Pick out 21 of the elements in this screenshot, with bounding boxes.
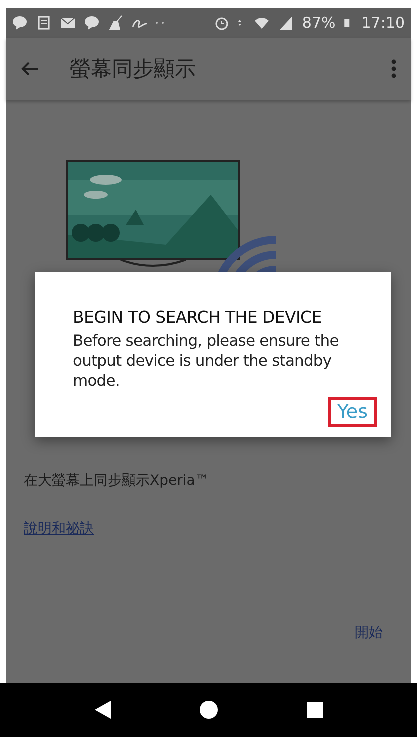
wifi-icon xyxy=(254,15,270,31)
yes-button[interactable]: Yes xyxy=(328,397,377,427)
alarm-icon xyxy=(214,15,230,31)
document-icon xyxy=(36,15,52,31)
broom-icon xyxy=(108,15,124,31)
help-link[interactable]: 說明和祕訣 xyxy=(24,520,94,538)
recents-icon[interactable] xyxy=(306,702,323,718)
dialog-title: BEGIN TO SEARCH THE DEVICE xyxy=(73,308,323,327)
clock-time: 17:10 xyxy=(362,14,405,32)
dialog-message: Before searching, please ensure the output device is under the standby mode. xyxy=(73,331,340,391)
mail-icon xyxy=(60,15,76,31)
start-button[interactable]: 開始 xyxy=(345,618,393,648)
battery-percent: 87% xyxy=(302,14,336,32)
more-menu-icon[interactable] xyxy=(391,59,397,79)
description-text: 在大螢幕上同步顯示Xperia™ xyxy=(24,472,210,490)
chat-bubble-icon xyxy=(84,15,100,31)
chat-bubble-icon xyxy=(12,15,28,31)
back-icon[interactable] xyxy=(94,700,112,720)
screen-title: 螢幕同步顯示 xyxy=(70,56,197,83)
home-icon[interactable] xyxy=(200,701,218,719)
signal-icon xyxy=(278,15,294,31)
